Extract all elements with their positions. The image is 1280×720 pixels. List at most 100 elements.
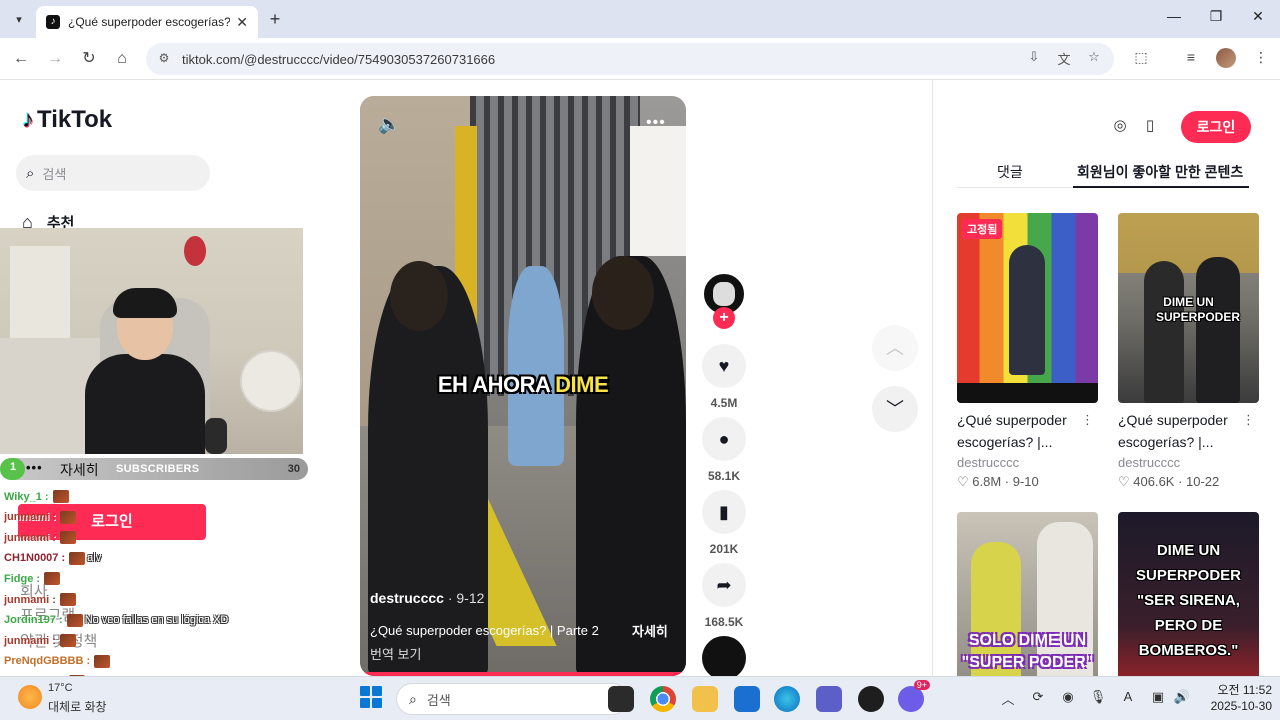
heart-icon[interactable]: ♥	[702, 344, 746, 388]
translate-icon[interactable]: 文	[1054, 49, 1074, 69]
tiktok-note-icon: ♪	[22, 106, 34, 133]
home-button[interactable]: ⌂	[111, 48, 133, 70]
bookmark-count: 201K	[709, 542, 739, 556]
recommended-card[interactable]: DIME UN SUPERPODER ¿Qué superpoder escog…	[1118, 213, 1259, 490]
more-icon[interactable]: •••	[26, 460, 43, 475]
start-button[interactable]	[360, 686, 382, 708]
minimize-window-button[interactable]: —	[1152, 8, 1196, 30]
network-icon[interactable]: ▣	[1148, 689, 1168, 709]
details-link[interactable]: 자세히	[60, 460, 99, 480]
comment-action[interactable]: ● 58.1K	[700, 417, 748, 483]
site-info-icon[interactable]: ⚙	[156, 51, 172, 67]
clock-time: 오전 11:52	[1217, 683, 1272, 697]
edge-icon[interactable]	[774, 686, 800, 712]
bookmark-icon[interactable]: ▮	[702, 490, 746, 534]
tab-search-button[interactable]: ▾	[8, 8, 30, 30]
volume-icon[interactable]: 🔊	[1172, 689, 1192, 709]
bookmark-action[interactable]: ▮ 201K	[700, 490, 748, 556]
browser-tab-active[interactable]: ♪ ¿Qué superpoder escogerías? ✕	[36, 6, 258, 38]
follow-button[interactable]: +	[713, 307, 735, 329]
see-more-button[interactable]: 자세히	[632, 621, 668, 640]
extensions-icon[interactable]: ⬚	[1130, 49, 1152, 71]
browser-menu-icon[interactable]: ⋮	[1250, 49, 1272, 71]
tab-comments[interactable]: 댓글	[997, 162, 1023, 182]
card-author[interactable]: destrucccc	[1118, 455, 1259, 470]
address-bar[interactable]: ⚙ tiktok.com/@destrucccc/video/754903053…	[146, 43, 1114, 75]
chat-message: junmami :	[4, 634, 78, 648]
card-thumbnail[interactable]: DIME UN SUPERPODER	[1118, 213, 1259, 403]
tab-recommended[interactable]: 회원님이 좋아할 만한 콘텐츠	[1077, 162, 1243, 182]
share-count: 168.5K	[704, 615, 744, 629]
subscriber-current: 1	[10, 461, 17, 473]
sync-icon[interactable]: ⟳	[1028, 689, 1048, 709]
chat-username: junmami :	[4, 593, 56, 606]
card-thumb-caption: SOLO DIME UN "SUPER PODER"	[961, 632, 1094, 671]
teams-icon[interactable]	[816, 686, 842, 712]
system-clock[interactable]: 오전 11:52 2025-10-30	[1196, 682, 1272, 714]
tiktok-logo[interactable]: ♪ TikTok	[22, 106, 112, 134]
card-more-icon[interactable]: ⋮	[1081, 409, 1094, 431]
file-explorer-icon[interactable]	[692, 686, 718, 712]
store-icon[interactable]	[734, 686, 760, 712]
obs-icon[interactable]	[858, 686, 884, 712]
next-video-button[interactable]: ﹀	[872, 386, 918, 432]
card-more-icon[interactable]: ⋮	[1242, 409, 1255, 431]
install-app-icon[interactable]: ⇩	[1024, 49, 1044, 69]
like-action[interactable]: ♥ 4.5M	[700, 344, 748, 410]
tab-close-icon[interactable]: ✕	[236, 14, 248, 31]
share-icon[interactable]: ➦	[702, 563, 746, 607]
new-tab-button[interactable]: +	[264, 8, 286, 30]
card-meta: ♡ 406.6K · 10-22	[1118, 474, 1220, 489]
comment-count: 58.1K	[707, 469, 741, 483]
security-icon[interactable]: ◉	[1058, 689, 1078, 709]
reload-button[interactable]: ↻	[78, 48, 100, 70]
back-button[interactable]: ←	[10, 48, 32, 70]
chat-emote-icon	[69, 551, 86, 565]
ime-icon[interactable]: A	[1118, 689, 1138, 709]
video-more-icon[interactable]: •••	[646, 114, 666, 132]
taskbar-search-placeholder: 검색	[426, 692, 451, 708]
chat-message: junmami :	[4, 593, 78, 606]
card-author[interactable]: destrucccc	[957, 455, 1098, 470]
tray-overflow-icon[interactable]: ︿	[998, 689, 1018, 709]
chat-message: Fidge :	[4, 572, 62, 586]
video-author[interactable]: destrucccc · 9-12	[370, 590, 484, 606]
windows-taskbar: 17°C 대체로 화창 ⌕ 검색 9+ ︿ ⟳ ◉ 🎙 A ▣ 🔊 오전 11:…	[0, 676, 1280, 720]
close-window-button[interactable]: ✕	[1236, 8, 1280, 30]
comment-icon[interactable]: ●	[702, 417, 746, 461]
card-thumbnail[interactable]: DIME UN SUPERPODER "SER SIRENA, PERO DE …	[1118, 512, 1259, 676]
search-icon: ⌕	[26, 164, 35, 182]
weather-temperature: 17°C	[48, 682, 73, 694]
maximize-window-button[interactable]: ❐	[1194, 8, 1238, 30]
profile-avatar[interactable]	[1216, 48, 1236, 68]
media-controls-icon[interactable]: ≡	[1180, 49, 1202, 71]
chat-username: PreNqdGBBBB :	[4, 655, 91, 668]
bookmark-star-icon[interactable]: ☆	[1084, 49, 1104, 69]
forward-button[interactable]: →	[44, 48, 66, 70]
taskbar-search[interactable]: ⌕ 검색	[396, 683, 628, 715]
card-thumbnail[interactable]: 고정됨	[957, 213, 1098, 403]
search-input[interactable]: ⌕ 검색	[16, 155, 210, 191]
author-name: destrucccc	[370, 590, 444, 606]
discord-icon[interactable]: 9+	[898, 680, 930, 712]
login-button[interactable]: 로그인	[1181, 111, 1251, 143]
video-player[interactable]: EH AHORA DIME 🔈 ••• destrucccc · 9-12 ¿Q…	[360, 96, 686, 676]
task-view-icon[interactable]	[608, 686, 634, 712]
chat-username: Jordin197 :	[4, 614, 63, 627]
card-thumbnail[interactable]: SOLO DIME UN "SUPER PODER"	[957, 512, 1098, 676]
weather-description[interactable]: 대체로 화창	[48, 698, 107, 715]
weather-icon[interactable]	[18, 685, 42, 709]
recommended-card[interactable]: DIME UN SUPERPODER "SER SIRENA, PERO DE …	[1118, 512, 1259, 676]
translate-button[interactable]: 번역 보기	[370, 644, 421, 663]
recommended-card[interactable]: SOLO DIME UN "SUPER PODER"	[957, 512, 1098, 676]
volume-icon[interactable]: 🔈	[378, 114, 400, 135]
previous-video-button[interactable]: ︿	[872, 325, 918, 371]
caption-text-1: EH AHORA	[437, 372, 556, 397]
recommended-card[interactable]: 고정됨 ¿Qué superpoder escogerías? |... ⋮ de…	[957, 213, 1098, 490]
next-creator-avatar[interactable]	[702, 636, 746, 676]
compass-icon[interactable]: ◎	[1109, 116, 1131, 138]
chrome-icon[interactable]	[650, 686, 676, 712]
mobile-app-icon[interactable]: ▯	[1139, 116, 1161, 138]
microphone-icon[interactable]: 🎙	[1088, 689, 1108, 709]
share-action[interactable]: ➦ 168.5K	[700, 563, 748, 629]
